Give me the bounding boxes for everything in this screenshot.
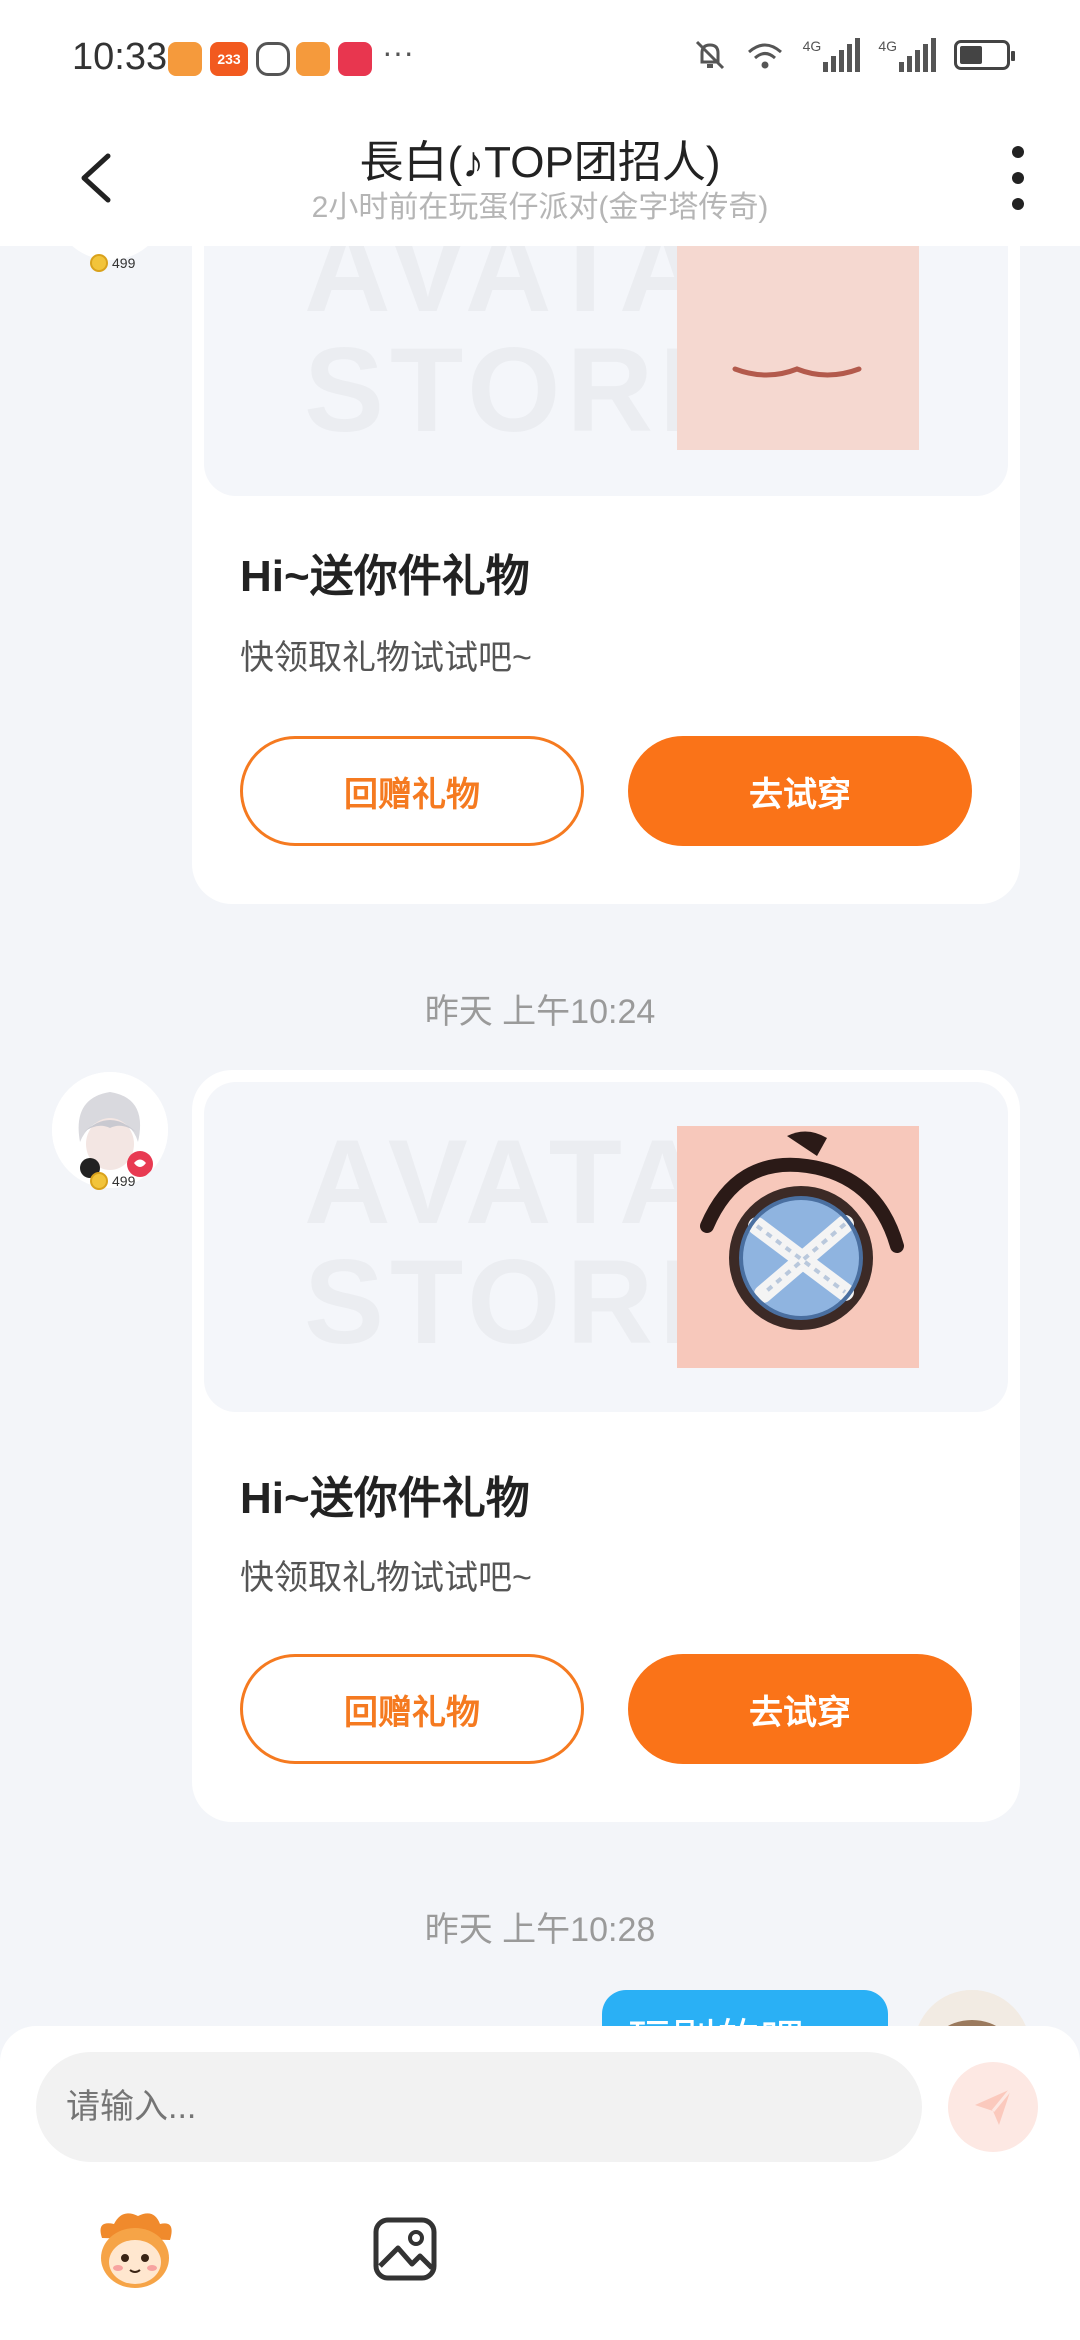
gift-card-desc: 快领取礼物试试吧~ — [240, 1559, 532, 1597]
gift-eye-item-image[interactable] — [677, 1126, 919, 1368]
message-timestamp: 昨天 上午10:24 — [424, 993, 656, 1031]
return-gift-button[interactable]: 回赠礼物 — [240, 736, 584, 846]
avatar-level-badge: 499 — [90, 254, 135, 272]
gift-card: AVATAR STORE Hi~送你件礼物 快领取礼物试试吧~ 回赠礼物 去试穿 — [192, 1070, 1020, 1822]
gift-card-title: Hi~送你件礼物 — [240, 1474, 530, 1523]
more-notifications-icon: ··· — [382, 34, 414, 70]
avatar-level-badge: 499 — [90, 1172, 135, 1190]
signal-bars-icon — [899, 38, 936, 72]
status-bar: 10:33 233 ··· 4G 4G — [0, 0, 1080, 110]
network-type-label: 4G — [878, 38, 897, 54]
app-red-notification-icon — [338, 42, 372, 76]
try-on-button[interactable]: 去试穿 — [628, 1654, 972, 1764]
battery-icon — [954, 40, 1015, 70]
send-icon — [975, 2088, 1013, 2125]
app-heart-notification-icon — [296, 42, 330, 76]
chat-header: 長白(♪TOP团招人) 2小时前在玩蛋仔派对(金字塔传奇) — [0, 110, 1080, 246]
contact-name: 長白(♪TOP团招人) — [359, 138, 721, 187]
level-value: 499 — [112, 255, 136, 271]
app-233-notification-icon: 233 — [210, 42, 248, 76]
cell-signal-1: 4G — [803, 38, 861, 72]
return-gift-button[interactable]: 回赠礼物 — [240, 1654, 584, 1764]
gift-card-desc: 快领取礼物试试吧~ — [240, 639, 532, 677]
message-input[interactable] — [36, 2052, 922, 2162]
contact-avatar[interactable] — [52, 1072, 168, 1188]
network-type-label: 4G — [802, 38, 822, 54]
coin-icon — [90, 1172, 108, 1190]
more-options-icon[interactable] — [1006, 146, 1030, 210]
avatar-image — [52, 1072, 168, 1188]
contact-status: 2小时前在玩蛋仔派对(金字塔传奇) — [311, 191, 769, 224]
app-notification-icon — [168, 42, 202, 76]
message-timestamp: 昨天 上午10:28 — [424, 1911, 656, 1949]
status-time: 10:33 — [72, 36, 168, 78]
signal-bars-icon — [823, 38, 861, 72]
gift-card-title: Hi~送你件礼物 — [240, 552, 530, 601]
app-swirl-notification-icon — [256, 42, 290, 76]
emoji-sticker-icon[interactable] — [92, 2208, 178, 2294]
input-panel — [0, 2026, 1080, 2340]
gift-card: AVATAR STORE Hi~送你件礼物 快领取礼物试试吧~ 回赠礼物 去试穿 — [192, 130, 1020, 904]
image-picker-icon[interactable] — [372, 2216, 438, 2282]
coin-icon — [90, 254, 108, 272]
level-value: 499 — [112, 1173, 136, 1189]
status-icons: 4G 4G — [693, 38, 1015, 72]
mute-icon — [695, 40, 724, 70]
try-on-button[interactable]: 去试穿 — [628, 736, 972, 846]
send-button[interactable] — [948, 2062, 1038, 2152]
gift-preview-area: AVATAR STORE — [204, 1082, 1008, 1412]
cell-signal-2: 4G — [878, 38, 936, 72]
wifi-icon — [747, 43, 782, 69]
